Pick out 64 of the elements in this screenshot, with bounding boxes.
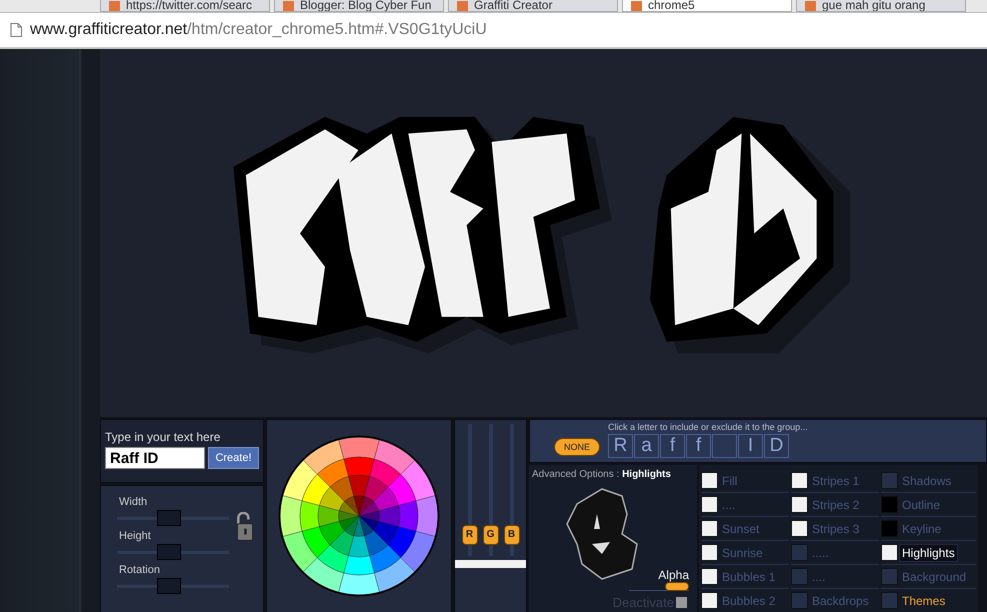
page-icon — [10, 23, 22, 37]
none-button[interactable]: NONE — [554, 438, 600, 456]
color-swatch[interactable] — [791, 544, 808, 561]
color-swatch[interactable] — [701, 472, 718, 489]
space-toggle[interactable] — [712, 434, 737, 458]
letter-group-hint: Click a letter to include or exclude it to the group... — [608, 422, 808, 432]
color-preview — [455, 560, 526, 568]
color-swatch[interactable] — [701, 496, 718, 513]
current-layer-label: Highlights — [622, 469, 671, 480]
text-input[interactable]: Raff ID — [105, 447, 205, 469]
alpha-slider-thumb[interactable] — [665, 582, 689, 591]
letter-toggle[interactable]: R — [608, 434, 633, 458]
color-swatch[interactable] — [881, 520, 898, 537]
color-swatch[interactable] — [701, 592, 718, 609]
slider-thumb[interactable] — [156, 510, 181, 526]
letter-toggle[interactable]: D — [764, 434, 789, 458]
color-swatch[interactable] — [701, 568, 718, 585]
color-swatch[interactable] — [881, 568, 898, 585]
tab-favicon-icon — [283, 1, 294, 11]
letter-toggle[interactable]: f — [686, 434, 711, 458]
text-input-label: Type in your text here — [105, 430, 222, 444]
color-swatch[interactable] — [791, 568, 808, 585]
create-button[interactable]: Create! — [208, 447, 259, 469]
slider-label: Width — [119, 496, 148, 508]
color-swatch[interactable] — [881, 472, 898, 489]
color-swatch[interactable] — [881, 544, 898, 561]
url-host: www.graffiticreator.net — [30, 21, 188, 39]
color-swatch[interactable] — [881, 592, 898, 609]
color-wheel[interactable] — [277, 434, 441, 598]
slider-thumb[interactable] — [156, 578, 181, 594]
color-swatch[interactable] — [881, 496, 898, 513]
alpha-slider[interactable] — [629, 582, 689, 591]
letter-toggle[interactable]: f — [660, 434, 685, 458]
browser-tab[interactable]: chrome5 — [622, 0, 792, 12]
letter-toggle[interactable]: I — [738, 434, 763, 458]
color-swatch[interactable] — [791, 496, 808, 513]
slider-label: Rotation — [119, 564, 161, 576]
color-swatch[interactable] — [791, 592, 808, 609]
channel-slider[interactable]: B — [504, 424, 520, 556]
browser-tab[interactable]: Graffiti Creator — [448, 0, 618, 12]
color-swatch[interactable] — [791, 520, 808, 537]
url-path: /htm/creator_chrome5.htm#.VS0G1tyUciU — [187, 21, 487, 39]
deactivate-checkbox[interactable] — [676, 597, 687, 608]
channel-slider[interactable]: R — [462, 424, 478, 556]
color-swatch[interactable] — [701, 520, 718, 537]
channel-slider[interactable]: G — [482, 424, 498, 556]
layer-option[interactable]: Highlights — [900, 544, 957, 560]
slider-label: Height — [119, 530, 152, 542]
color-swatch[interactable] — [791, 472, 808, 489]
slider-thumb[interactable] — [156, 544, 181, 560]
alpha-label: Alpha — [658, 568, 689, 582]
padlock-icon[interactable] — [235, 512, 255, 542]
color-swatch[interactable] — [701, 544, 718, 561]
address-bar[interactable]: www.graffiticreator.net/htm/creator_chrome5.htm#.VS0G1tyUciU — [0, 13, 987, 49]
tab-favicon-icon — [457, 1, 468, 11]
channel-slider-thumb[interactable]: R — [462, 524, 478, 545]
layer-option[interactable]: Themes — [900, 592, 948, 608]
tab-favicon-icon — [109, 1, 120, 11]
tab-favicon-icon — [805, 1, 816, 11]
letter-toggle[interactable]: a — [634, 434, 659, 458]
channel-slider-thumb[interactable]: G — [482, 524, 498, 545]
tab-favicon-icon — [631, 1, 642, 11]
channel-slider-thumb[interactable]: B — [504, 524, 520, 545]
advanced-options-label: Advanced Options : — [532, 469, 620, 480]
